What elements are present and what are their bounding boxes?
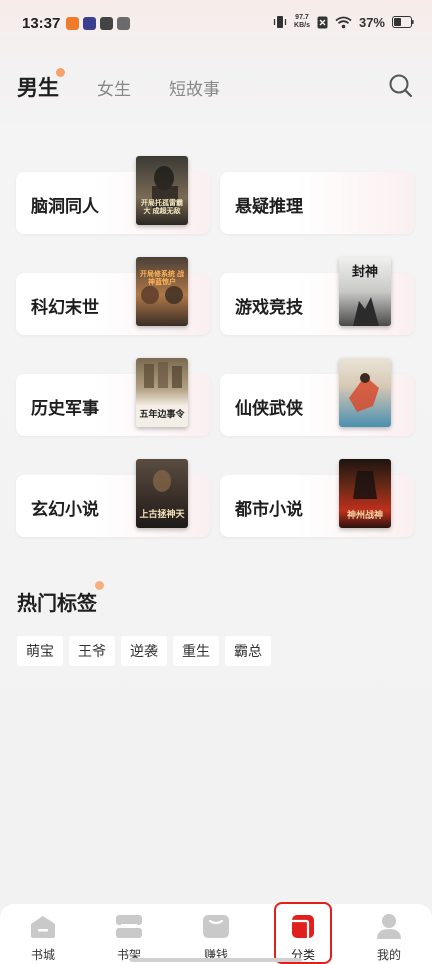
book-cover[interactable]: 封神 bbox=[339, 257, 391, 326]
nav-label: 书城 bbox=[30, 948, 55, 962]
status-indicators: 97.7 KB/s 37% bbox=[273, 14, 414, 30]
tag-chip[interactable]: 王爷 bbox=[69, 636, 115, 666]
tag-chip[interactable]: 重生 bbox=[173, 636, 219, 666]
tab-male-label: 男生 bbox=[17, 77, 59, 100]
home-indicator[interactable] bbox=[130, 958, 302, 962]
battery-percent: 37% bbox=[358, 14, 385, 30]
nav-label: 我的 bbox=[376, 948, 401, 962]
nav-earn[interactable]: 赚钱 bbox=[186, 910, 246, 962]
book-cover[interactable]: 上古拯神天 bbox=[136, 459, 188, 528]
nav-profile[interactable]: 我的 bbox=[359, 910, 419, 962]
book-cover[interactable] bbox=[339, 358, 391, 427]
app-notification-icon bbox=[117, 17, 130, 30]
gender-tabs: 男生 女生 短故事 bbox=[17, 68, 258, 104]
book-cover-title: 封神 bbox=[351, 264, 378, 279]
category-label: 历史军事 bbox=[31, 399, 99, 418]
app-notification-icon bbox=[83, 17, 96, 30]
earn-money-icon bbox=[203, 915, 229, 938]
net-speed: 97.7 KB/s bbox=[294, 14, 310, 30]
category-label: 仙侠武侠 bbox=[235, 399, 303, 418]
book-cover-art bbox=[349, 373, 379, 412]
status-bar: 13:37 97.7 KB/s 37% bbox=[0, 0, 432, 48]
category-label: 悬疑推理 bbox=[235, 197, 303, 216]
book-cover[interactable]: 神州战神 bbox=[339, 459, 391, 528]
title-indicator-dot bbox=[95, 581, 104, 590]
bookstore-icon bbox=[31, 916, 55, 938]
vibrate-icon bbox=[273, 16, 287, 28]
tab-male[interactable]: 男生 bbox=[17, 68, 65, 102]
wifi-icon bbox=[335, 16, 352, 28]
tab-short-stories[interactable]: 短故事 bbox=[169, 75, 220, 100]
book-cover-title: 神州战神 bbox=[346, 510, 383, 520]
status-time: 13:37 bbox=[22, 15, 61, 32]
book-cover-title: 上古拯神天 bbox=[139, 509, 185, 519]
bottom-navigation: 书城 书架 赚钱 分类 我的 bbox=[0, 904, 432, 964]
category-label: 都市小说 bbox=[235, 500, 303, 519]
tab-female-label: 女生 bbox=[97, 79, 131, 99]
status-app-icons bbox=[66, 17, 130, 30]
active-nav-highlight bbox=[274, 902, 332, 964]
tab-short-stories-label: 短故事 bbox=[169, 79, 220, 99]
book-cover-art bbox=[141, 286, 183, 304]
category-label: 科幻末世 bbox=[31, 298, 99, 317]
app-notification-icon bbox=[66, 17, 79, 30]
app-notification-icon bbox=[100, 17, 113, 30]
profile-icon bbox=[377, 914, 401, 939]
sim-icon bbox=[317, 16, 328, 28]
category-label: 游戏竞技 bbox=[235, 298, 303, 317]
book-cover-title: 开局托孤雷霸大 成超无敌 bbox=[141, 200, 183, 215]
hot-tags-title: 热门标签 bbox=[17, 581, 104, 616]
tag-chip[interactable]: 霸总 bbox=[225, 636, 271, 666]
book-cover[interactable]: 开局修系统 战神蓝惊户 bbox=[136, 257, 188, 326]
category-card-mystery[interactable]: 悬疑推理 bbox=[220, 172, 414, 234]
category-label: 玄幻小说 bbox=[31, 500, 99, 519]
nav-bookshelf[interactable]: 书架 bbox=[99, 910, 159, 962]
category-label: 脑洞同人 bbox=[31, 197, 99, 216]
bookshelf-icon bbox=[116, 915, 142, 938]
net-speed-value: 97.7 bbox=[295, 14, 309, 21]
book-cover-title: 五年边事令 bbox=[139, 409, 185, 419]
net-speed-unit: KB/s bbox=[294, 22, 310, 29]
nav-bookstore[interactable]: 书城 bbox=[13, 910, 73, 962]
tab-female[interactable]: 女生 bbox=[97, 75, 131, 100]
book-cover-title: 开局修系统 战神蓝惊户 bbox=[140, 271, 184, 286]
book-cover[interactable]: 五年边事令 bbox=[136, 358, 188, 427]
hot-tags-list: 萌宝 王爷 逆袭 重生 霸总 bbox=[17, 636, 271, 666]
hot-tags-title-text: 热门标签 bbox=[17, 593, 97, 615]
search-icon[interactable] bbox=[388, 73, 414, 99]
book-cover[interactable]: 开局托孤雷霸大 成超无敌 bbox=[136, 156, 188, 225]
tag-chip[interactable]: 逆袭 bbox=[121, 636, 167, 666]
battery-icon bbox=[392, 16, 414, 28]
tab-indicator-dot bbox=[56, 68, 65, 77]
tag-chip[interactable]: 萌宝 bbox=[17, 636, 63, 666]
